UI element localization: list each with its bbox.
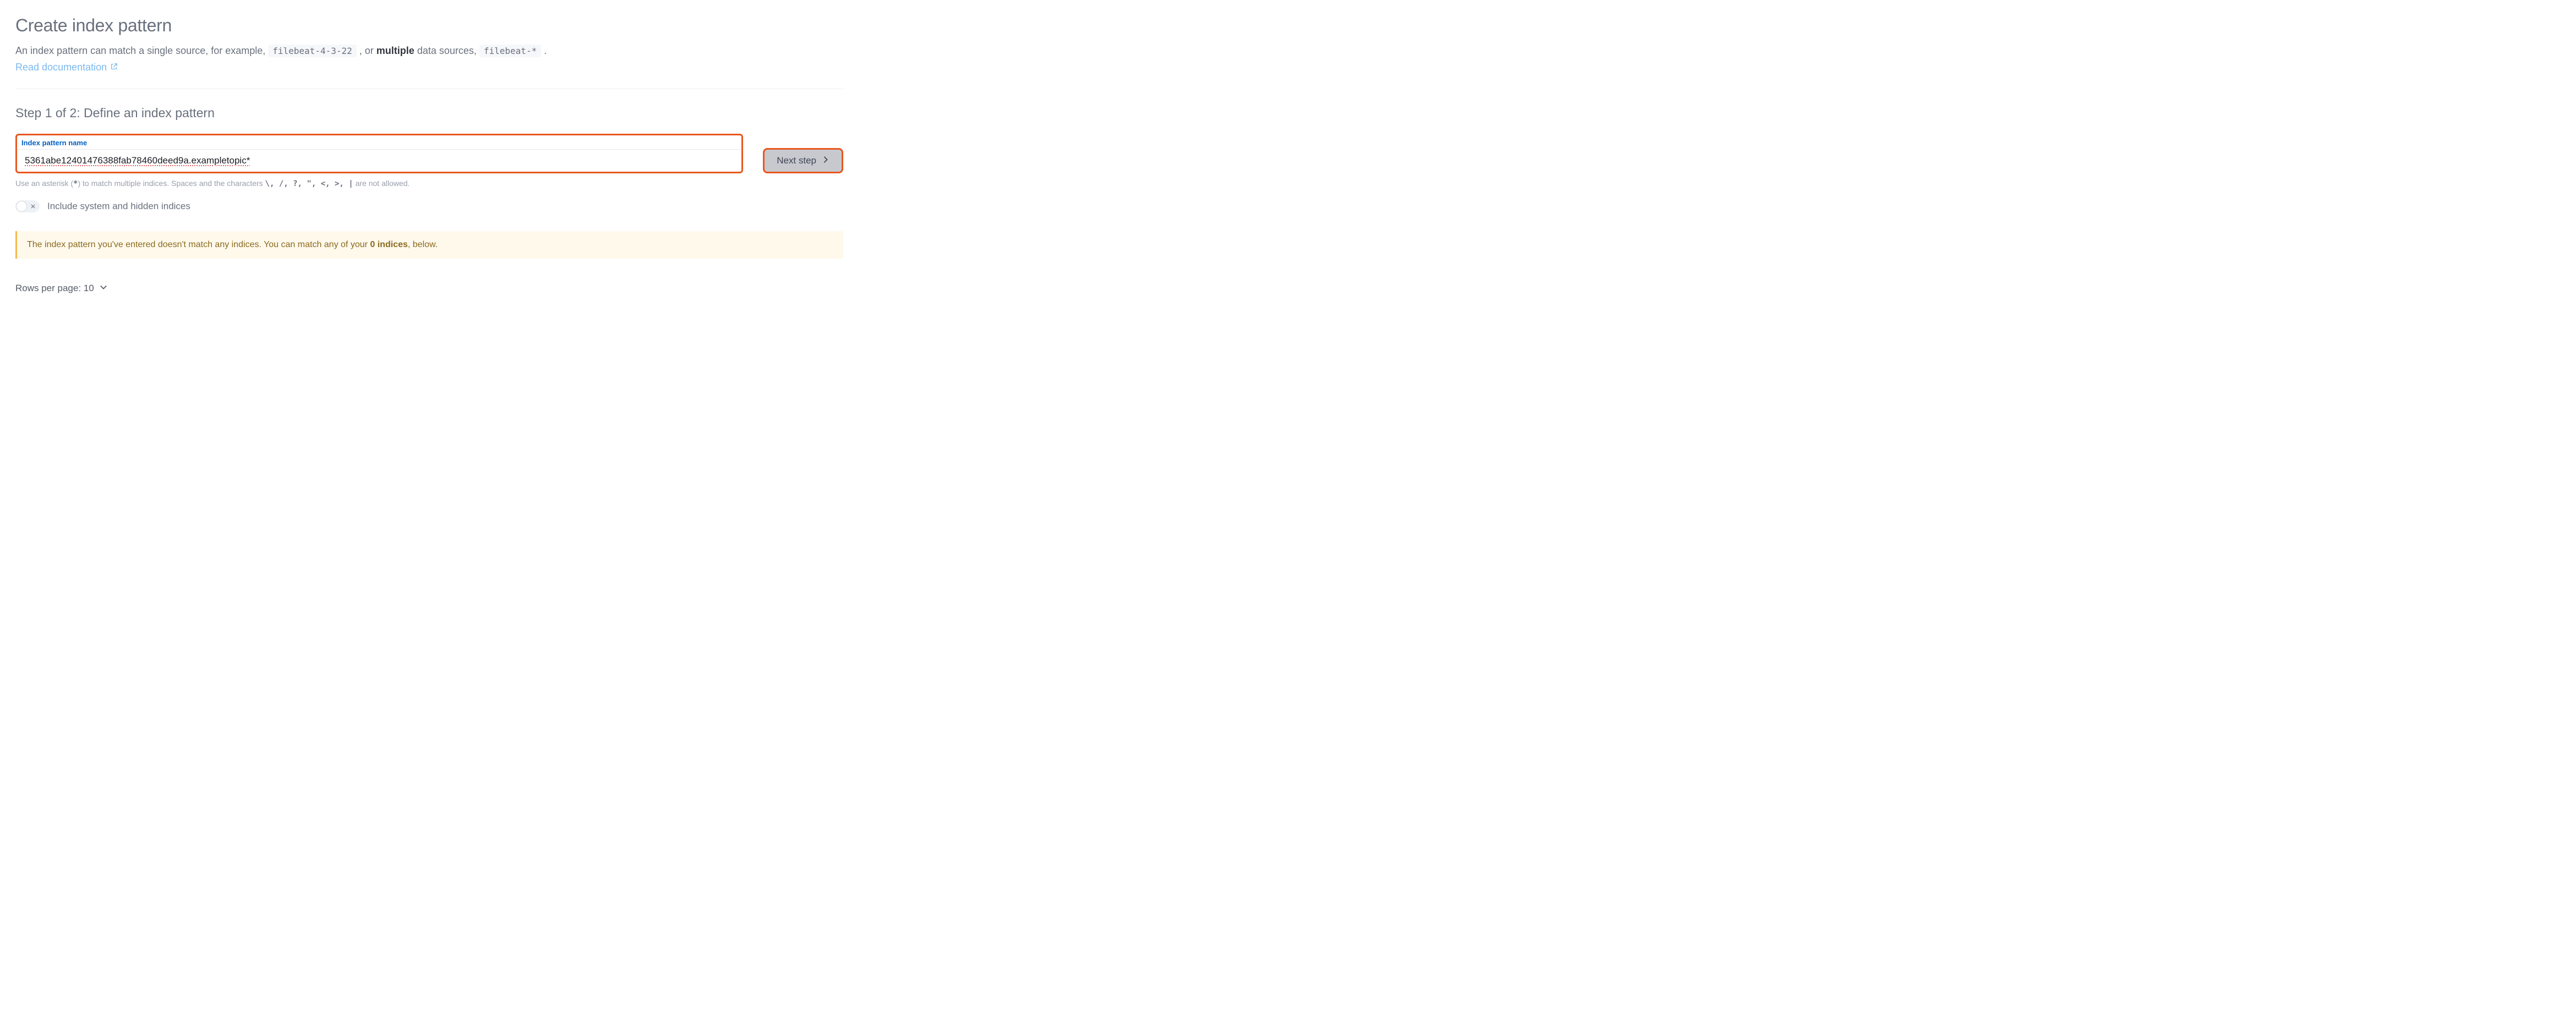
subtitle-strong: multiple: [376, 45, 414, 56]
code-example-wildcard: filebeat-*: [479, 45, 541, 57]
index-pattern-field-wrapper: Index pattern name: [15, 134, 743, 173]
callout-text-1: The index pattern you've entered doesn't…: [27, 240, 370, 249]
help-disallowed-chars: \, /, ?, ", <, >, |: [265, 179, 353, 188]
close-icon: [30, 204, 36, 209]
help-text-3: are not allowed.: [353, 179, 410, 188]
toggle-knob: [17, 201, 26, 211]
external-link-icon: [110, 62, 118, 73]
read-documentation-link[interactable]: Read documentation: [15, 62, 118, 73]
next-step-button[interactable]: Next step: [763, 148, 843, 173]
no-match-callout: The index pattern you've entered doesn't…: [15, 231, 843, 259]
rows-per-page-label: Rows per page: 10: [15, 283, 94, 294]
step-title: Step 1 of 2: Define an index pattern: [15, 106, 843, 121]
chevron-down-icon: [100, 283, 107, 294]
subtitle-text-4: .: [544, 45, 547, 56]
callout-text-2: , below.: [408, 240, 438, 249]
rows-per-page-selector[interactable]: Rows per page: 10: [15, 283, 107, 294]
index-pattern-help-text: Use an asterisk (*) to match multiple in…: [15, 179, 843, 188]
help-text-2: ) to match multiple indices. Spaces and …: [78, 179, 265, 188]
include-system-indices-label: Include system and hidden indices: [47, 201, 190, 212]
subtitle-text-3: data sources,: [417, 45, 479, 56]
code-example-single: filebeat-4-3-22: [268, 45, 357, 57]
help-text-1: Use an asterisk (: [15, 179, 73, 188]
index-pattern-label: Index pattern name: [20, 136, 738, 149]
callout-indices-count: 0 indices: [370, 240, 407, 249]
chevron-right-icon: [822, 155, 829, 166]
page-title: Create index pattern: [15, 15, 843, 36]
next-step-label: Next step: [777, 155, 816, 166]
subtitle-text-2: , or: [359, 45, 376, 56]
page-subtitle: An index pattern can match a single sour…: [15, 43, 843, 58]
read-documentation-label: Read documentation: [15, 62, 107, 73]
subtitle-text-1: An index pattern can match a single sour…: [15, 45, 268, 56]
index-pattern-input[interactable]: [17, 150, 741, 172]
include-system-indices-toggle[interactable]: [15, 200, 40, 212]
